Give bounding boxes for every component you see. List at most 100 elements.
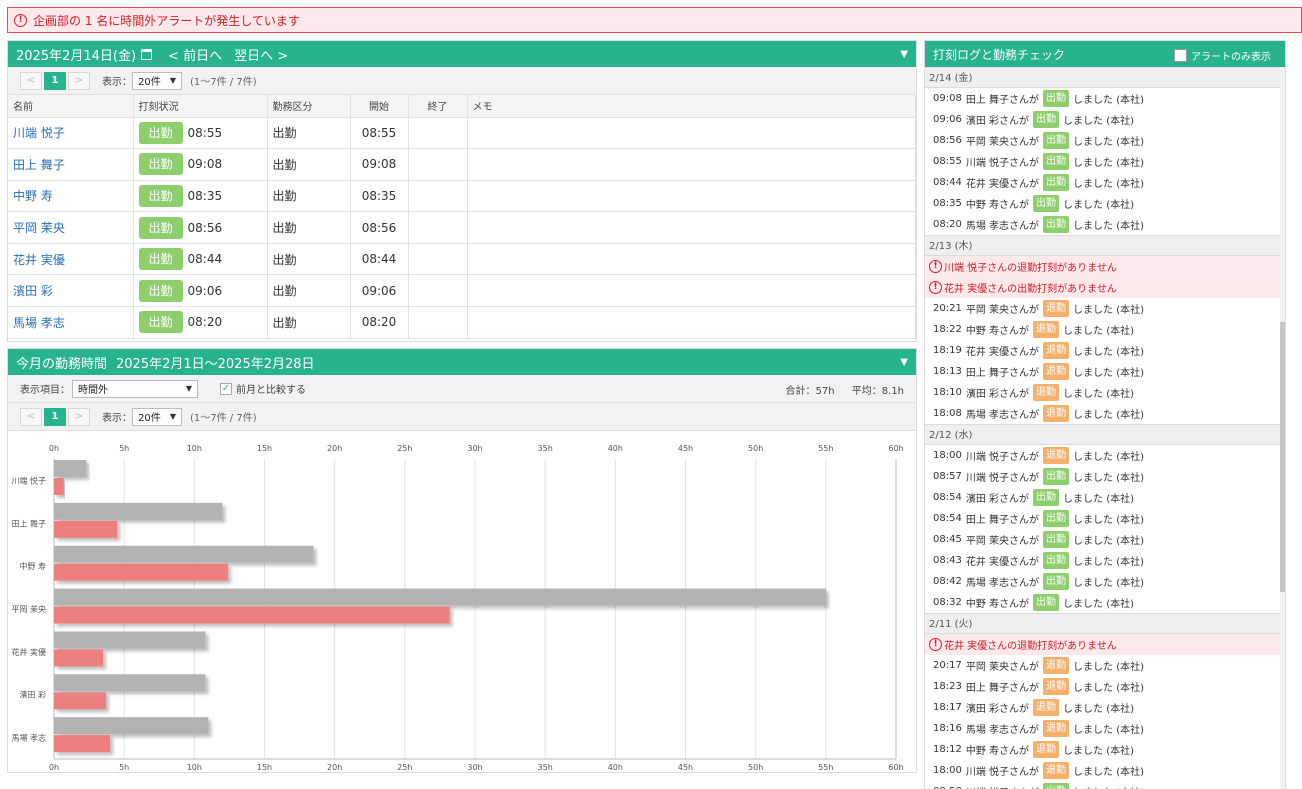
table-header-row: 名前 打刻状況 勤務区分 開始 終了 メモ	[8, 95, 916, 118]
employee-name-link[interactable]: 川端 悦子	[13, 126, 65, 140]
warning-icon: !	[929, 638, 942, 651]
log-employee: 平岡 茉央さんが	[965, 662, 1040, 673]
x-tick-label-top: 55h	[818, 444, 833, 453]
display-item-select[interactable]: 時間外 ▼	[72, 379, 198, 398]
bar-gray	[54, 717, 209, 735]
log-punch-badge: 出勤	[1043, 510, 1070, 527]
pager-prev-button[interactable]: <	[20, 71, 42, 90]
log-entry: 18:19 花井 実優さんが 退勤 しました (本社)	[925, 340, 1285, 361]
log-entry: 08:32 中野 寿さんが 出勤 しました (本社)	[925, 592, 1285, 613]
employee-name-link[interactable]: 花井 実優	[13, 253, 65, 267]
x-tick-label-bottom: 45h	[678, 763, 693, 772]
log-time: 18:10	[933, 387, 962, 398]
log-alert-item[interactable]: ! 花井 実優さんの退勤打刻がありません	[925, 634, 1285, 655]
alert-only-checkbox[interactable]	[1174, 49, 1187, 62]
employee-name-link[interactable]: 馬場 孝志	[13, 316, 65, 330]
log-time: 09:08	[933, 93, 962, 104]
log-alert-item[interactable]: ! 川端 悦子さんの退勤打刻がありません	[925, 256, 1285, 277]
show-label: 表示：	[102, 413, 132, 424]
memo	[467, 274, 916, 308]
per-page-select[interactable]: 20件 ▼	[132, 407, 182, 426]
log-entry: 18:00 川端 悦子さんが 退勤 しました (本社)	[925, 445, 1285, 466]
punch-log-list[interactable]: 2/14 (金) 09:08 田上 舞子さんが 出勤 しました (本社) 09:06 濱田 …	[925, 67, 1285, 789]
collapse-icon[interactable]: ▼	[900, 357, 908, 368]
log-employee: 田上 舞子さんが	[965, 95, 1040, 106]
log-suffix: しました (本社)	[1073, 347, 1144, 358]
log-date-header: 2/13 (木)	[925, 235, 1285, 256]
log-entry: 18:00 川端 悦子さんが 退勤 しました (本社)	[925, 760, 1285, 781]
x-tick-label-top: 45h	[678, 444, 693, 453]
log-suffix: しました (本社)	[1063, 326, 1134, 337]
log-time: 08:45	[933, 534, 962, 545]
prev-day-link[interactable]: < 前日へ	[168, 45, 222, 64]
start-time: 09:08	[350, 148, 409, 181]
compare-checkbox[interactable]: ✓ 前月と比較する	[220, 381, 306, 396]
log-entry: 08:43 花井 実優さんが 出勤 しました (本社)	[925, 550, 1285, 571]
daily-attendance-panel: 2025年2月14日(金) < 前日へ 翌日へ > ▼ < 1 > 表示： 20…	[7, 40, 917, 342]
end-time	[408, 117, 468, 150]
log-time: 20:17	[933, 660, 962, 671]
x-tick-label-bottom: 5h	[119, 763, 129, 772]
end-time	[408, 243, 468, 276]
pager-page-1[interactable]: 1	[44, 71, 66, 90]
overtime-bar-chart: 0h 0h 5h 5h 10h 10h 15h 15h 20h 20h 25h 25h 30h 30h 35…	[11, 444, 903, 772]
log-entry: 20:21 平岡 茉央さんが 退勤 しました (本社)	[925, 298, 1285, 319]
employee-name-link[interactable]: 田上 舞子	[13, 158, 65, 172]
log-suffix: しました (本社)	[1073, 725, 1144, 736]
log-alert-item[interactable]: ! 花井 実優さんの出勤打刻がありません	[925, 277, 1285, 298]
pager-page-1[interactable]: 1	[44, 407, 66, 426]
log-entry: 18:08 馬場 孝志さんが 退勤 しました (本社)	[925, 403, 1285, 424]
daily-pager: < 1 > 表示： 20件 ▼ (1〜7件 / 7件)	[8, 67, 916, 95]
log-suffix: しました (本社)	[1073, 683, 1144, 694]
employee-name-link[interactable]: 中野 寿	[13, 189, 53, 203]
log-suffix: しました (本社)	[1073, 515, 1144, 526]
log-scrollbar-thumb[interactable]	[1280, 322, 1285, 592]
start-time: 09:06	[350, 274, 409, 308]
x-tick-label-top: 5h	[119, 444, 129, 453]
bar-red	[54, 649, 104, 667]
x-tick-label-bottom: 30h	[467, 763, 482, 772]
employee-name-link[interactable]: 平岡 茉央	[13, 221, 65, 235]
calendar-icon[interactable]	[141, 48, 153, 60]
log-punch-badge: 退勤	[1043, 300, 1070, 317]
log-time: 08:57	[933, 471, 962, 482]
pager-next-button[interactable]: >	[68, 407, 90, 426]
log-time: 08:54	[933, 513, 962, 524]
pager-prev-button[interactable]: <	[20, 407, 42, 426]
next-day-link[interactable]: 翌日へ >	[234, 45, 288, 64]
punch-status-badge: 出勤	[138, 216, 183, 239]
log-punch-badge: 出勤	[1033, 195, 1060, 212]
memo	[467, 243, 916, 276]
employee-name-link[interactable]: 濱田 彩	[13, 284, 53, 298]
alert-message: 企画部の 1 名に時間外アラートが発生しています	[33, 13, 300, 28]
x-tick-label-bottom: 20h	[327, 763, 342, 772]
log-entry: 18:13 田上 舞子さんが 退勤 しました (本社)	[925, 361, 1285, 382]
monthly-hours-panel: 今月の勤務時間 2025年2月1日〜2025年2月28日 ▼ 表示項目： 時間外…	[7, 348, 917, 773]
pager-next-button[interactable]: >	[68, 71, 90, 90]
x-tick-label-top: 10h	[187, 444, 202, 453]
y-category-label: 川端 悦子	[11, 475, 46, 485]
log-punch-badge: 退勤	[1043, 720, 1070, 737]
log-header: 打刻ログと勤務チェック アラートのみ表示	[925, 41, 1285, 67]
bar-gray	[54, 502, 223, 520]
bar-red	[54, 478, 64, 495]
log-punch-badge: 退勤	[1043, 363, 1070, 380]
log-suffix: しました (本社)	[1073, 536, 1144, 547]
log-employee: 田上 舞子さんが	[965, 515, 1040, 526]
collapse-icon[interactable]: ▼	[900, 49, 908, 60]
log-employee: 川端 悦子さんが	[965, 767, 1040, 778]
average-hours: 平均：8.1h	[851, 386, 904, 397]
log-suffix: しました (本社)	[1073, 784, 1144, 789]
daily-date: 2025年2月14日(金)	[16, 48, 137, 64]
log-entry: 18:12 中野 寿さんが 退勤 しました (本社)	[925, 739, 1285, 760]
start-time: 08:44	[350, 243, 409, 276]
log-entry: 09:08 田上 舞子さんが 出勤 しました (本社)	[925, 88, 1285, 109]
log-suffix: しました (本社)	[1063, 746, 1134, 757]
log-employee: 馬場 孝志さんが	[965, 410, 1040, 421]
log-entry: 18:22 中野 寿さんが 退勤 しました (本社)	[925, 319, 1285, 340]
log-suffix: しました (本社)	[1063, 116, 1134, 127]
alert-only-toggle[interactable]: アラートのみ表示	[1174, 48, 1271, 63]
log-time: 08:42	[933, 576, 962, 587]
overtime-alert-banner: ! 企画部の 1 名に時間外アラートが発生しています	[7, 7, 1302, 33]
per-page-select[interactable]: 20件 ▼	[132, 71, 182, 90]
